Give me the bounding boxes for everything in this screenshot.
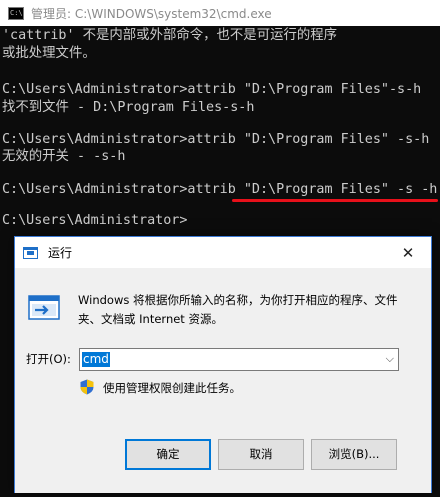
- uac-shield-icon: [80, 379, 94, 395]
- run-program-icon: [28, 295, 60, 320]
- run-icon: [23, 246, 39, 260]
- chevron-down-icon[interactable]: ⌵: [386, 352, 394, 366]
- cmd-icon: C:\: [8, 6, 24, 20]
- run-dialog[interactable]: 运行 ✕ Windows 将根据你所输入的名称，为你打开相应的程序、文件夹、文档…: [14, 236, 432, 493]
- run-dialog-content: Windows 将根据你所输入的名称，为你打开相应的程序、文件夹、文档或 Int…: [15, 268, 431, 443]
- console-titlebar[interactable]: C:\ 管理员: C:\WINDOWS\system32\cmd.exe: [0, 0, 440, 26]
- ok-button[interactable]: 确定: [125, 439, 211, 470]
- open-combobox[interactable]: cmd ⌵: [79, 348, 399, 371]
- red-underline-annotation: [232, 199, 438, 202]
- admin-privilege-note: 使用管理权限创建此任务。: [103, 381, 241, 395]
- console-line: 无效的开关 - -s-h: [2, 149, 126, 164]
- console-line: C:\Users\Administrator>attrib "D:\Progra…: [2, 132, 430, 147]
- console-line: C:\Users\Administrator>: [2, 213, 188, 228]
- run-dialog-titlebar[interactable]: 运行 ✕: [15, 237, 431, 268]
- console-line: 'cattrib' 不是内部或外部命令，也不是可运行的程序: [2, 28, 338, 43]
- open-input-value[interactable]: cmd: [82, 352, 110, 367]
- console-title: 管理员: C:\WINDOWS\system32\cmd.exe: [31, 6, 272, 21]
- run-description: Windows 将根据你所输入的名称，为你打开相应的程序、文件夹、文档或 Int…: [78, 293, 398, 326]
- run-dialog-title: 运行: [48, 246, 73, 260]
- console-line: C:\Users\Administrator>attrib "D:\Progra…: [2, 82, 422, 97]
- cancel-button[interactable]: 取消: [218, 439, 304, 470]
- browse-button[interactable]: 浏览(B)...: [311, 439, 397, 470]
- open-label: 打开(O):: [26, 352, 71, 366]
- console-line: C:\Users\Administrator>attrib "D:\Progra…: [2, 182, 438, 197]
- console-line: 或批处理文件。: [2, 46, 96, 61]
- close-button[interactable]: ✕: [385, 237, 431, 268]
- console-line: 找不到文件 - D:\Program Files-s-h: [2, 100, 255, 115]
